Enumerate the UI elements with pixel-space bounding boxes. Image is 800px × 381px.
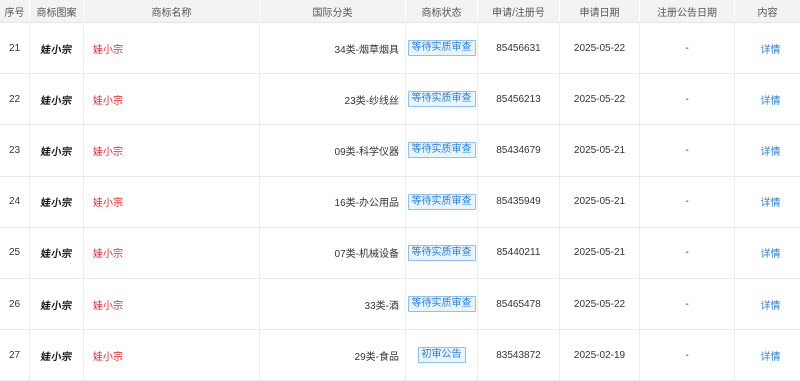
apply-date: 2025-02-19 (560, 330, 640, 381)
table-row: 25 娃小宗 娃小宗 07类-机械设备 等待实质审查 85440211 2025… (0, 227, 800, 279)
trademark-logo: 娃小宗 (39, 300, 73, 312)
status-badge: 等待实质审查 (407, 193, 476, 210)
header-logo: 商标图案 (30, 0, 84, 22)
apply-date: 2025-05-22 (560, 74, 640, 125)
trademark-name: 娃小宗 (93, 198, 123, 210)
row-index: 26 (0, 278, 30, 330)
header-status: 商标状态 (406, 0, 478, 22)
detail-link[interactable]: 详情 (755, 348, 781, 363)
header-name: 商标名称 (84, 0, 260, 22)
publish-date: - (640, 74, 735, 125)
trademark-name: 娃小宗 (93, 249, 123, 261)
table-body: 21 娃小宗 娃小宗 34类-烟草烟具 等待实质审查 85456631 2025… (0, 23, 800, 381)
reg-number: 85456631 (478, 23, 560, 74)
apply-date: 2025-05-21 (560, 227, 640, 278)
detail-link[interactable]: 详情 (755, 92, 781, 107)
reg-number: 83543872 (478, 330, 560, 381)
row-index: 27 (0, 330, 30, 381)
status-badge: 等待实质审查 (407, 142, 476, 159)
apply-date: 2025-05-22 (560, 23, 640, 74)
status-badge: 等待实质审查 (407, 40, 476, 57)
detail-link[interactable]: 详情 (755, 194, 781, 209)
trademark-name: 娃小宗 (93, 95, 123, 107)
status-badge: 等待实质审查 (407, 244, 476, 261)
trademark-class: 16类-办公用品 (334, 198, 399, 210)
row-index: 22 (0, 74, 30, 125)
trademark-name: 娃小宗 (93, 300, 123, 312)
trademark-logo: 娃小宗 (39, 44, 73, 56)
trademark-table: 序号 商标图案 商标名称 国际分类 商标状态 申请/注册号 申请日期 注册公告日… (0, 0, 800, 381)
row-index: 23 (0, 125, 30, 176)
trademark-class: 23类-纱线丝 (344, 95, 399, 107)
trademark-class: 09类-科学仪器 (334, 146, 399, 158)
trademark-class: 34类-烟草烟具 (334, 44, 399, 56)
trademark-logo: 娃小宗 (39, 198, 73, 210)
trademark-name: 娃小宗 (93, 146, 123, 158)
trademark-logo: 娃小宗 (39, 95, 73, 107)
header-reg-no: 申请/注册号 (478, 0, 560, 22)
publish-date: - (640, 227, 735, 278)
publish-date: - (640, 125, 735, 176)
header-content: 内容 (757, 7, 778, 19)
table-row: 26 娃小宗 娃小宗 33类-酒 等待实质审查 85465478 2025-05… (0, 278, 800, 331)
status-badge: 等待实质审查 (407, 91, 476, 108)
trademark-class: 07类-机械设备 (334, 249, 399, 261)
header-class: 国际分类 (260, 0, 406, 22)
detail-link[interactable]: 详情 (755, 297, 781, 312)
trademark-logo: 娃小宗 (39, 146, 73, 158)
status-badge: 初审公告 (417, 347, 466, 364)
trademark-logo: 娃小宗 (39, 351, 73, 363)
table-header: 序号 商标图案 商标名称 国际分类 商标状态 申请/注册号 申请日期 注册公告日… (0, 0, 800, 23)
reg-number: 85440211 (478, 227, 560, 278)
detail-link[interactable]: 详情 (755, 41, 781, 56)
detail-link[interactable]: 详情 (755, 143, 781, 158)
table-row: 24 娃小宗 娃小宗 16类-办公用品 等待实质审查 85435949 2025… (0, 176, 800, 228)
apply-date: 2025-05-21 (560, 176, 640, 227)
reg-number: 85456213 (478, 74, 560, 125)
reg-number: 85465478 (478, 278, 560, 330)
trademark-name: 娃小宗 (93, 44, 123, 56)
trademark-name: 娃小宗 (93, 351, 123, 363)
detail-link[interactable]: 详情 (755, 245, 781, 260)
table-row: 22 娃小宗 娃小宗 23类-纱线丝 等待实质审查 85456213 2025-… (0, 74, 800, 126)
table-row: 21 娃小宗 娃小宗 34类-烟草烟具 等待实质审查 85456631 2025… (0, 23, 800, 75)
header-date: 申请日期 (560, 0, 640, 22)
apply-date: 2025-05-21 (560, 125, 640, 176)
row-index: 25 (0, 227, 30, 278)
row-index: 24 (0, 176, 30, 227)
status-badge: 等待实质审查 (407, 296, 476, 313)
table-row: 27 娃小宗 娃小宗 29类-食品 初审公告 83543872 2025-02-… (0, 330, 800, 381)
publish-date: - (640, 278, 735, 330)
trademark-class: 33类-酒 (364, 300, 399, 312)
publish-date: - (640, 176, 735, 227)
header-pub-date: 注册公告日期 (640, 0, 735, 22)
reg-number: 85435949 (478, 176, 560, 227)
trademark-logo: 娃小宗 (39, 249, 73, 261)
apply-date: 2025-05-22 (560, 278, 640, 330)
reg-number: 85434679 (478, 125, 560, 176)
table-row: 23 娃小宗 娃小宗 09类-科学仪器 等待实质审查 85434679 2025… (0, 125, 800, 177)
header-index: 序号 (0, 0, 30, 22)
trademark-class: 29类-食品 (354, 351, 399, 363)
publish-date: - (640, 23, 735, 74)
row-index: 21 (0, 23, 30, 74)
publish-date: - (640, 330, 735, 381)
